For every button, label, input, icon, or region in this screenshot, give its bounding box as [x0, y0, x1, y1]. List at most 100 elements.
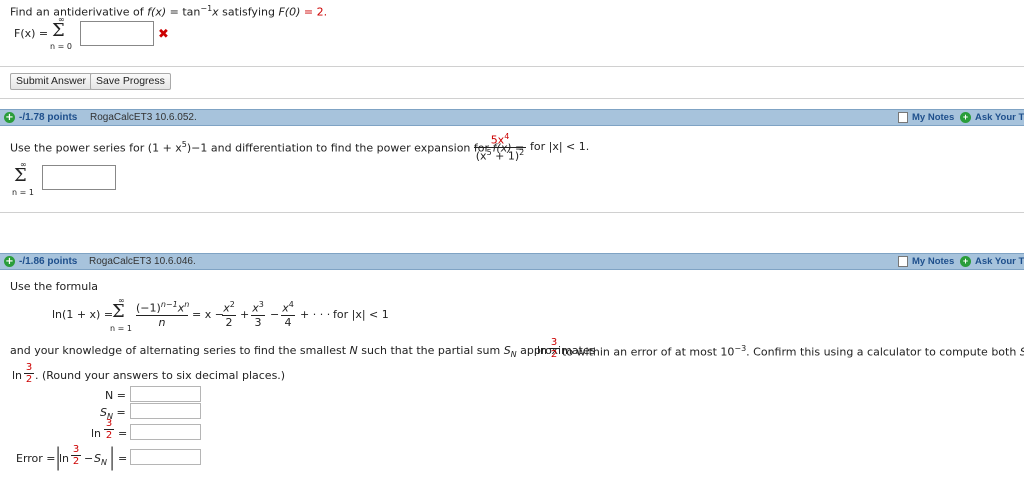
q3-header-bar: + -/1.86 points RogaCalcET3 10.6.046. My… [0, 253, 1024, 270]
q3-ln-b: ln [12, 369, 23, 382]
save-progress-button[interactable]: Save Progress [90, 73, 171, 90]
notes-icon [898, 112, 908, 123]
q3-ln-eq: = [118, 427, 128, 440]
q3-abs-right: | [108, 443, 117, 471]
q3-problem-code: RogaCalcET3 10.6.046. [89, 256, 196, 267]
q2-den-exp2: 2 [519, 147, 525, 157]
q3-three-halves-c: 3 2 [104, 418, 114, 441]
q1-fx: f(x) [147, 5, 167, 19]
q2-pow-m1: )−1 [186, 141, 208, 155]
q3-term2: x2 2 [222, 300, 236, 329]
q3-SN-input[interactable] [130, 403, 201, 419]
q3-term4: x4 4 [281, 300, 295, 329]
q3-N-label: N = [105, 389, 126, 402]
q3-num3-b: 3 [25, 362, 33, 373]
q2-my-notes-label: My Notes [912, 112, 955, 123]
q2-fraction: 5x4 (x5 + 1)2 [474, 132, 526, 162]
q3-term3: x3 3 [251, 300, 265, 329]
q3-paragraph-line2: . (Round your answers to six decimal pla… [35, 369, 286, 382]
q3-ln-a: ln [537, 344, 548, 357]
q3-points: -/1.86 points [19, 256, 78, 267]
q1-value: = 2. [300, 5, 328, 19]
q3-p1-mid: such that the partial sum [357, 344, 504, 357]
q3-SN-2: S [1020, 346, 1024, 359]
q3-three-halves-d: 3 2 [71, 444, 81, 467]
q3-t3-den: 3 [251, 314, 265, 329]
q3-error-ln: ln [59, 452, 70, 465]
q3-SN: S [503, 344, 511, 357]
q2-text-mid: and differentiation to find the power ex… [207, 141, 493, 155]
q2-num-exp: 4 [504, 132, 510, 141]
divider [0, 212, 1024, 213]
q3-error-input[interactable] [130, 449, 201, 465]
q1-lhs: F(x) = [14, 27, 49, 40]
q1-sigma-lower: n = 0 [50, 42, 72, 51]
q3-error-SN: SN [94, 452, 107, 467]
q3-num3: 3 [550, 337, 558, 348]
q1-inv-exp: −1 [200, 4, 213, 13]
q3-p1-post2: . Confirm this using a calculator to com… [746, 345, 1020, 359]
q3-t4-exp: 4 [288, 300, 294, 309]
q2-numerator: 5x4 [474, 132, 526, 147]
q3-paragraph-line1b: to within an error of at most 10−3. Conf… [562, 344, 1024, 361]
expand-plus-icon[interactable]: + [4, 112, 15, 123]
q3-plus-dots: + · · · [300, 308, 331, 321]
q3-term-base: (−1) [136, 301, 161, 315]
q2-den-tail: + 1) [491, 149, 520, 163]
q2-header-bar: + -/1.78 points RogaCalcET3 10.6.052. My… [0, 109, 1024, 126]
submit-answer-button[interactable]: Submit Answer [10, 73, 93, 90]
q3-error-minus: − [84, 452, 94, 465]
q3-term-xexp: n [184, 300, 190, 309]
q3-p1-post: to within an error of at most 10 [562, 345, 735, 359]
q2-prompt: Use the power series for (1 + x5)−1 and … [10, 140, 524, 155]
q1-answer-input[interactable] [80, 21, 154, 46]
q3-t2-den: 2 [222, 314, 236, 329]
q3-term-exp: n−1 [160, 300, 178, 309]
q1-F0: F(0) [278, 5, 301, 19]
q3-error-S-sub: N [100, 458, 107, 468]
q3-my-notes-button[interactable]: My Notes [898, 255, 954, 268]
q2-my-notes-button[interactable]: My Notes [898, 111, 954, 124]
q3-err-exp: −3 [734, 344, 747, 353]
q3-N-input[interactable] [130, 386, 201, 402]
q3-p1-pre: and your knowledge of alternating series… [10, 344, 350, 357]
q3-ask-teacher-button[interactable]: + Ask Your Te [960, 255, 1024, 268]
q2-problem-code: RogaCalcET3 10.6.052. [90, 112, 197, 123]
expand-plus-icon[interactable]: + [4, 256, 15, 267]
q3-den2-b: 2 [24, 373, 34, 385]
q1-tan: = tan [166, 5, 201, 19]
q3-sigma: Σ [112, 301, 125, 322]
q3-den2-d: 2 [71, 455, 81, 467]
q3-t2-exp: 2 [229, 300, 235, 309]
q2-answer-input[interactable] [42, 165, 116, 190]
divider [0, 66, 1024, 67]
q2-ask-label: Ask Your Te [975, 112, 1024, 123]
ask-plus-icon: + [960, 112, 971, 123]
q3-SN-eq: = [116, 406, 126, 419]
q2-num: 5x [490, 133, 505, 147]
q2-points: -/1.78 points [19, 112, 78, 123]
q3-t3-exp: 3 [258, 300, 264, 309]
q3-error-label: Error = [16, 452, 56, 465]
q3-plus1: + [240, 308, 250, 321]
q3-condition: for |x| < 1 [333, 308, 389, 321]
q2-sigma: Σ [14, 165, 27, 186]
q3-num3-d: 3 [72, 444, 80, 455]
ask-plus-icon: + [960, 256, 971, 267]
q2-text-pre: Use the power series for (1 + x [10, 141, 182, 155]
q3-N: N [349, 344, 358, 357]
q3-den2: 2 [549, 348, 559, 360]
q3-row-N-label: N = [105, 389, 126, 402]
q3-minus: − [270, 308, 280, 321]
divider [0, 98, 1024, 99]
q3-ln-lhs: ln(1 + x) = [52, 308, 114, 321]
q1-satisfying: satisfying [218, 5, 279, 19]
q2-sigma-lower: n = 1 [12, 188, 34, 197]
q3-use-formula: Use the formula [10, 280, 99, 293]
q3-ln-input[interactable] [130, 424, 201, 440]
q3-term-den: n [136, 314, 188, 329]
q3-series-start: = x − [192, 308, 224, 321]
q3-term-num: (−1)n−1xn [136, 300, 190, 315]
q3-three-halves-a: 3 2 [549, 337, 559, 360]
q2-ask-teacher-button[interactable]: + Ask Your Te [960, 111, 1024, 124]
